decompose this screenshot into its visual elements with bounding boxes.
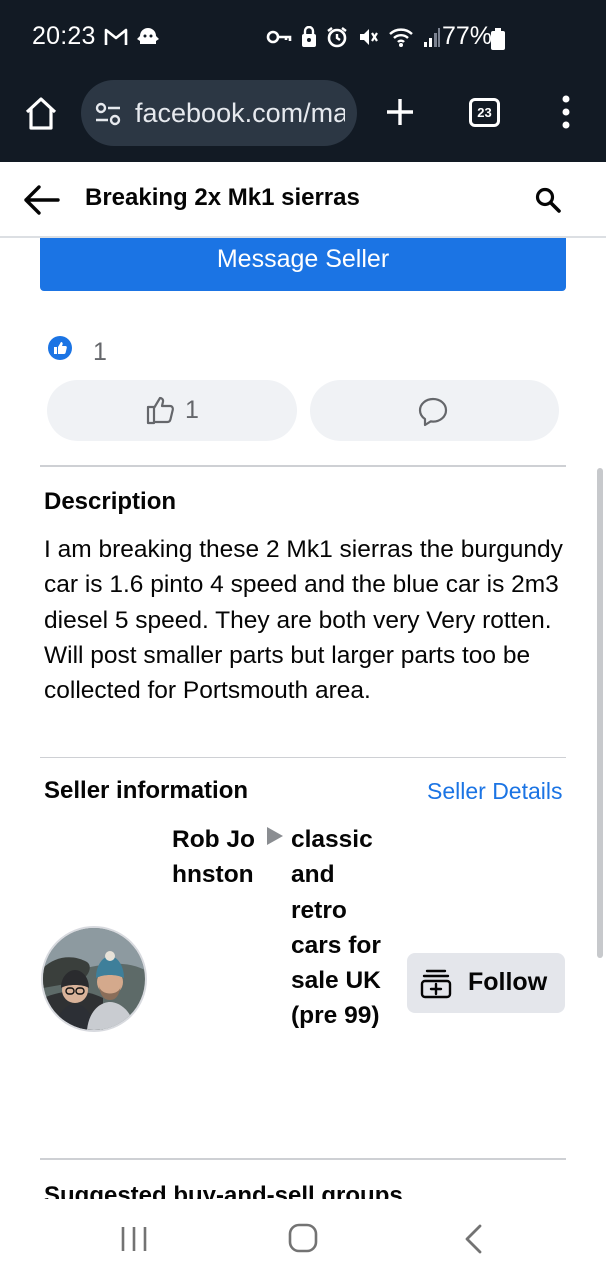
suggested-groups-heading: Suggested buy-and-sell groups: [44, 1182, 403, 1199]
back-arrow-icon[interactable]: [22, 182, 60, 218]
seller-group-link[interactable]: classic and retro cars for sale UK (pre …: [291, 822, 391, 1034]
reaction-count: 1: [93, 338, 107, 366]
battery-percent: 77%: [442, 22, 493, 50]
status-bar: 20:23 77%: [0, 0, 606, 78]
status-right-icons: [266, 26, 441, 48]
description-heading: Description: [44, 488, 177, 515]
like-reaction-icon: [48, 336, 72, 360]
back-button-icon[interactable]: [462, 1223, 484, 1255]
notification-icon: [137, 28, 159, 44]
recent-apps-icon[interactable]: [119, 1225, 149, 1253]
mute-icon: [360, 29, 378, 45]
system-nav-bar: [0, 1199, 606, 1280]
more-menu-icon[interactable]: [558, 94, 574, 130]
site-settings-icon[interactable]: [95, 102, 121, 126]
status-left-icons: [104, 26, 160, 48]
home-icon[interactable]: [22, 94, 60, 132]
url-text[interactable]: facebook.com/marketplace: [135, 98, 345, 129]
address-bar[interactable]: facebook.com/marketplace: [81, 80, 357, 146]
like-button[interactable]: 1: [47, 380, 297, 441]
description-text: I am breaking these 2 Mk1 sierras the bu…: [44, 536, 563, 705]
wifi-icon: [389, 28, 413, 47]
scrollbar[interactable]: [597, 468, 603, 958]
avatar[interactable]: [41, 926, 147, 1032]
section-divider: [40, 465, 566, 467]
follow-button[interactable]: Follow: [407, 953, 565, 1013]
new-tab-icon[interactable]: [384, 96, 416, 128]
status-time: 20:23: [32, 22, 96, 50]
browser-toolbar: facebook.com/marketplace 23: [0, 78, 606, 162]
section-divider: [40, 1158, 566, 1160]
follow-label: Follow: [468, 968, 548, 996]
seller-info-heading: Seller information: [44, 777, 249, 804]
page-header: Breaking 2x Mk1 sierras: [0, 162, 606, 238]
alarm-icon: [327, 27, 347, 48]
like-count: 1: [185, 396, 199, 424]
signal-icon: [424, 28, 440, 47]
comment-button[interactable]: [310, 380, 559, 441]
message-seller-button[interactable]: Message Seller: [40, 238, 566, 291]
comment-icon: [418, 397, 448, 427]
vpn-key-icon: [266, 30, 292, 44]
arrow-right-icon: [267, 827, 283, 845]
search-icon[interactable]: [534, 186, 562, 214]
battery-icon: [491, 28, 505, 50]
section-divider: [40, 757, 566, 758]
lock-icon: [302, 26, 316, 47]
thumbs-up-icon: [146, 396, 174, 425]
seller-details-link[interactable]: Seller Details: [427, 778, 563, 805]
seller-name[interactable]: Rob Johnston: [172, 822, 268, 893]
follow-icon: [420, 969, 452, 999]
tab-switcher-button[interactable]: 23: [469, 98, 500, 127]
gmail-icon: [104, 28, 128, 45]
home-button-icon[interactable]: [288, 1223, 318, 1253]
page-title: Breaking 2x Mk1 sierras: [85, 184, 360, 211]
